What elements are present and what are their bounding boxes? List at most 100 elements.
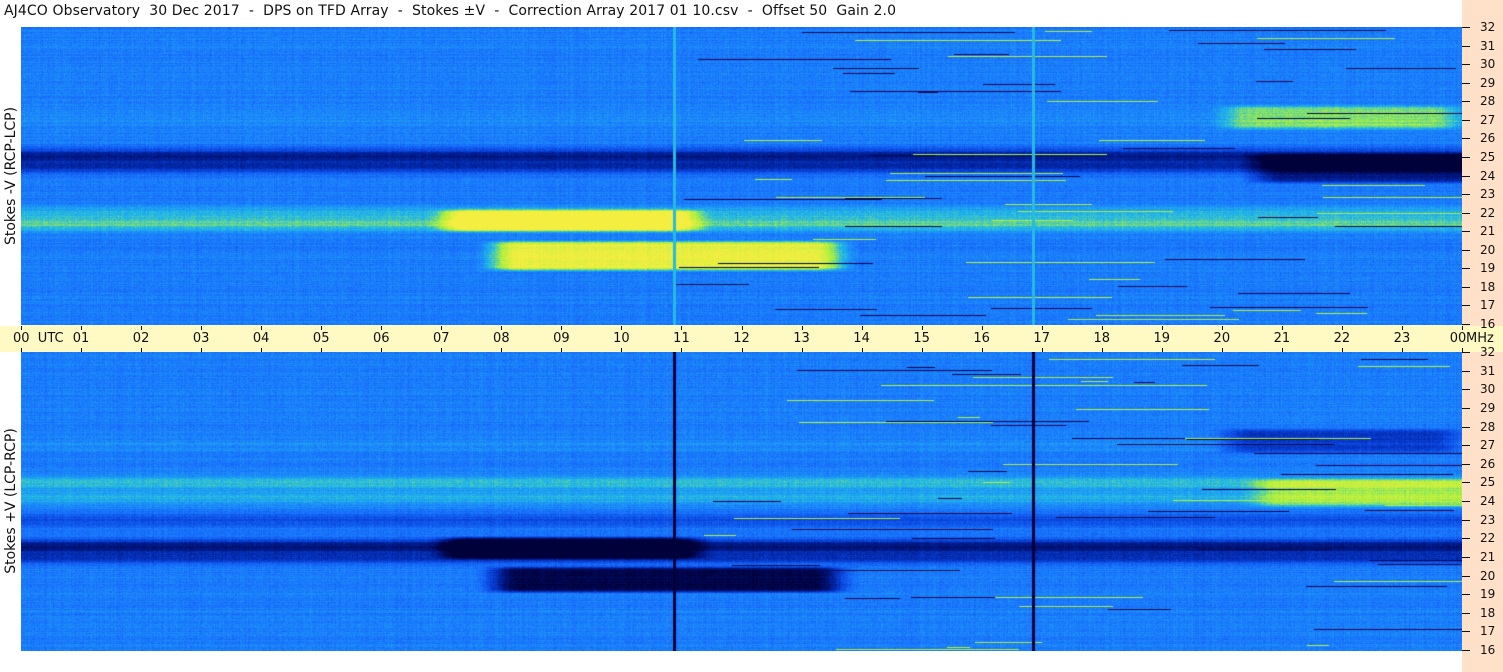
frequency-tick <box>1462 612 1470 614</box>
frequency-tick-label: 18 <box>1480 279 1496 294</box>
time-tick-label: 16 <box>973 331 990 346</box>
frequency-tick <box>1462 519 1470 521</box>
chart-title: AJ4CO Observatory 30 Dec 2017 - DPS on T… <box>4 3 897 19</box>
frequency-tick-label: 32 <box>1480 20 1496 34</box>
frequency-tick <box>1462 305 1470 307</box>
frequency-tick-label: 25 <box>1480 149 1496 164</box>
time-tick-label: 01 <box>72 331 90 346</box>
time-tick <box>501 326 503 330</box>
frequency-tick <box>1462 249 1470 251</box>
time-tick <box>381 326 383 330</box>
time-tick-label: 11 <box>673 331 690 346</box>
frequency-tick-label: 19 <box>1480 587 1496 602</box>
frequency-tick-label: 30 <box>1480 57 1496 72</box>
frequency-tick <box>1462 538 1470 540</box>
time-tick <box>1161 326 1163 330</box>
panel-label-bottom: Stokes +V (LCP-RCP) <box>3 428 19 574</box>
frequency-tick-label: 23 <box>1480 512 1496 527</box>
spectrogram-stokes-plus-v <box>21 352 1462 651</box>
frequency-tick-label: 21 <box>1480 224 1496 239</box>
frequency-tick <box>1462 370 1470 372</box>
frequency-tick <box>1462 556 1470 558</box>
time-tick-label: 18 <box>1093 331 1111 346</box>
frequency-tick-label: 27 <box>1480 438 1496 453</box>
time-tick-label: 15 <box>913 331 930 346</box>
frequency-tick <box>1462 27 1470 28</box>
frequency-tick-label: 27 <box>1480 112 1496 127</box>
frequency-tick-label: 23 <box>1480 187 1496 202</box>
frequency-tick <box>1462 482 1470 484</box>
time-tick <box>321 326 323 330</box>
frequency-tick <box>1462 594 1470 596</box>
frequency-tick-label: 30 <box>1480 382 1496 397</box>
frequency-tick-label: 20 <box>1480 242 1496 257</box>
panel-label-top: Stokes -V (RCP-LCP) <box>3 106 19 246</box>
time-tick <box>1341 326 1343 330</box>
frequency-tick-label: 22 <box>1480 531 1496 546</box>
frequency-tick <box>1462 463 1470 465</box>
frequency-tick <box>1462 175 1470 177</box>
spectrogram-canvas-bottom <box>21 352 1462 651</box>
frequency-tick-label: 24 <box>1480 168 1496 183</box>
time-tick-label: 09 <box>553 331 570 346</box>
time-tick <box>681 326 683 330</box>
frequency-tick <box>1462 575 1470 577</box>
time-tick <box>141 326 143 330</box>
frequency-tick <box>1462 324 1470 325</box>
frequency-tick-label: 19 <box>1480 261 1496 276</box>
frequency-axis-bottom: 16 17 18 19 20 21 22 23 24 25 26 27 28 29 30 31 32 <box>1462 345 1503 672</box>
frequency-tick <box>1462 231 1470 233</box>
frequency-tick <box>1462 352 1470 353</box>
frequency-tick-label: 26 <box>1480 131 1496 146</box>
frequency-tick <box>1462 426 1470 428</box>
frequency-tick-label: 32 <box>1480 345 1496 359</box>
frequency-tick <box>1462 268 1470 270</box>
frequency-tick <box>1462 119 1470 121</box>
frequency-tick <box>1462 101 1470 103</box>
time-tick <box>621 326 623 330</box>
frequency-tick-label: 22 <box>1480 205 1496 220</box>
frequency-tick-label: 24 <box>1480 494 1496 508</box>
frequency-tick <box>1462 194 1470 196</box>
frequency-tick-label: 28 <box>1480 94 1496 109</box>
time-tick-label: 22 <box>1333 331 1351 346</box>
frequency-axis-top: 16 17 18 19 20 21 22 23 24 25 26 27 28 29 30 31 32 <box>1462 0 1503 331</box>
frequency-tick <box>1462 650 1470 651</box>
frequency-tick-label: 16 <box>1480 317 1496 331</box>
frequency-tick <box>1462 82 1470 84</box>
time-tick-label: 20 <box>1213 331 1231 346</box>
frequency-tick-label: 28 <box>1480 419 1496 434</box>
frequency-tick-label: 18 <box>1480 605 1496 620</box>
frequency-tick <box>1462 138 1470 140</box>
time-tick <box>1221 326 1223 330</box>
time-tick <box>81 326 83 330</box>
time-axis: 00 UTC 01 02 03 04 05 06 07 08 09 10 11 12 13 14 15 16 17… <box>0 326 1503 352</box>
frequency-tick <box>1462 501 1470 502</box>
frequency-tick-label: 29 <box>1480 400 1496 415</box>
time-tick <box>21 326 22 330</box>
time-tick <box>201 326 203 330</box>
frequency-tick-label: 17 <box>1480 298 1496 313</box>
time-tick-label: 12 <box>733 331 750 346</box>
frequency-tick <box>1462 407 1470 409</box>
time-tick-label: 14 <box>853 331 870 346</box>
time-tick-label: 13 <box>793 331 810 346</box>
time-tick <box>1101 326 1103 330</box>
frequency-tick-label: 31 <box>1480 363 1496 378</box>
time-tick-label: 08 <box>493 331 510 346</box>
frequency-tick <box>1462 631 1470 633</box>
frequency-tick <box>1462 156 1470 158</box>
frequency-tick-label: 29 <box>1480 75 1496 90</box>
time-tick-label: 04 <box>252 331 270 346</box>
frequency-tick <box>1462 445 1470 447</box>
time-tick <box>261 326 263 330</box>
time-tick <box>1281 326 1283 330</box>
time-tick-label: 21 <box>1273 331 1291 346</box>
time-tick <box>561 326 563 330</box>
time-tick-label: 00 UTC <box>13 331 64 346</box>
frequency-tick-label: 25 <box>1480 475 1496 490</box>
frequency-tick-label: 21 <box>1480 549 1496 564</box>
frequency-tick-label: 31 <box>1480 38 1496 53</box>
time-tick <box>921 326 923 330</box>
frequency-tick-label: 26 <box>1480 456 1496 471</box>
